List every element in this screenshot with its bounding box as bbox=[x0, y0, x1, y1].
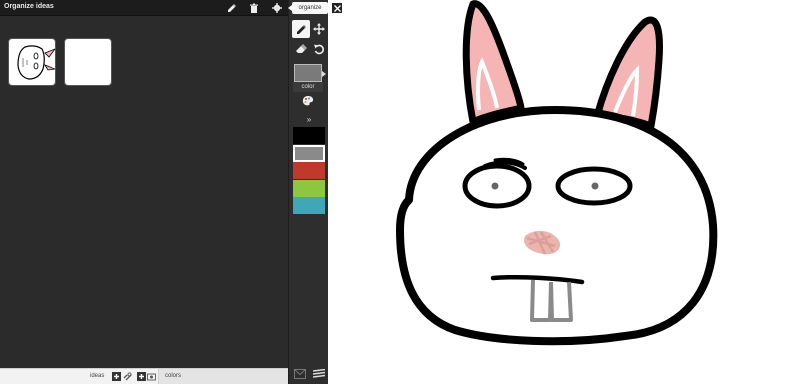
delete-button[interactable] bbox=[244, 0, 264, 16]
colors-label: colors bbox=[165, 373, 182, 379]
stacked-lines-icon bbox=[313, 369, 325, 378]
color-swatch[interactable] bbox=[293, 197, 325, 214]
organizer-title: Organize ideas bbox=[4, 3, 54, 10]
add-photo-button[interactable] bbox=[137, 372, 146, 381]
organizer-footer: ideas colors bbox=[0, 368, 288, 384]
bunny-sketch-thumbnail[interactable] bbox=[8, 38, 56, 86]
share-button[interactable] bbox=[293, 368, 307, 380]
more-colors-button[interactable]: » bbox=[289, 115, 329, 124]
tool-column: color » bbox=[288, 0, 328, 384]
eraser-tool-button[interactable] bbox=[292, 40, 310, 58]
undo-button[interactable] bbox=[310, 40, 328, 58]
plus-box-icon bbox=[137, 372, 146, 381]
organizer-panel: Organize ideas ideas colors bbox=[0, 0, 288, 384]
link-icon bbox=[123, 372, 132, 381]
color-swatch[interactable] bbox=[293, 162, 325, 179]
close-icon bbox=[333, 4, 341, 12]
current-color-preview[interactable] bbox=[294, 64, 322, 82]
color-label: color bbox=[293, 82, 323, 92]
camera-icon bbox=[147, 373, 156, 381]
bunny-drawing bbox=[396, 0, 718, 346]
trash-icon bbox=[250, 3, 258, 13]
organize-tab[interactable]: organize bbox=[288, 2, 328, 14]
palette-icon bbox=[302, 96, 314, 106]
close-button[interactable] bbox=[332, 3, 342, 13]
bunny-thumbnail-image bbox=[17, 45, 55, 80]
envelope-icon bbox=[294, 369, 306, 379]
color-swatch[interactable] bbox=[293, 127, 325, 144]
colors-tab[interactable]: colors bbox=[158, 369, 288, 384]
head bbox=[396, 106, 718, 346]
left-pupil bbox=[491, 182, 499, 190]
chevron-right-icon bbox=[322, 71, 326, 77]
add-idea-button[interactable] bbox=[112, 372, 121, 381]
undo-icon bbox=[314, 44, 324, 55]
ideas-grid bbox=[0, 16, 288, 368]
eraser-icon bbox=[296, 44, 307, 53]
import-idea-button[interactable] bbox=[123, 372, 132, 381]
move-icon bbox=[313, 23, 325, 35]
gear-icon bbox=[272, 3, 282, 13]
left-ear bbox=[462, 0, 525, 126]
drawing-canvas[interactable] bbox=[345, 0, 800, 384]
pen-tool-button[interactable] bbox=[292, 20, 310, 38]
camera-button[interactable] bbox=[147, 372, 156, 381]
plus-box-icon bbox=[112, 372, 121, 381]
color-swatch[interactable] bbox=[293, 179, 325, 197]
move-tool-button[interactable] bbox=[310, 20, 328, 38]
settings-button[interactable] bbox=[267, 0, 287, 16]
right-pupil bbox=[591, 182, 599, 190]
right-ear bbox=[593, 16, 663, 130]
color-swatch[interactable] bbox=[293, 144, 325, 162]
pen-icon bbox=[297, 25, 306, 34]
eraser-pencil-button[interactable] bbox=[222, 0, 242, 16]
eraser-pencil-icon bbox=[228, 4, 236, 12]
organizer-header: Organize ideas bbox=[0, 0, 288, 16]
menu-button[interactable] bbox=[312, 368, 326, 380]
ideas-label: ideas bbox=[90, 373, 105, 379]
palette-button[interactable] bbox=[299, 92, 317, 110]
blank-idea-thumbnail[interactable] bbox=[64, 38, 112, 86]
